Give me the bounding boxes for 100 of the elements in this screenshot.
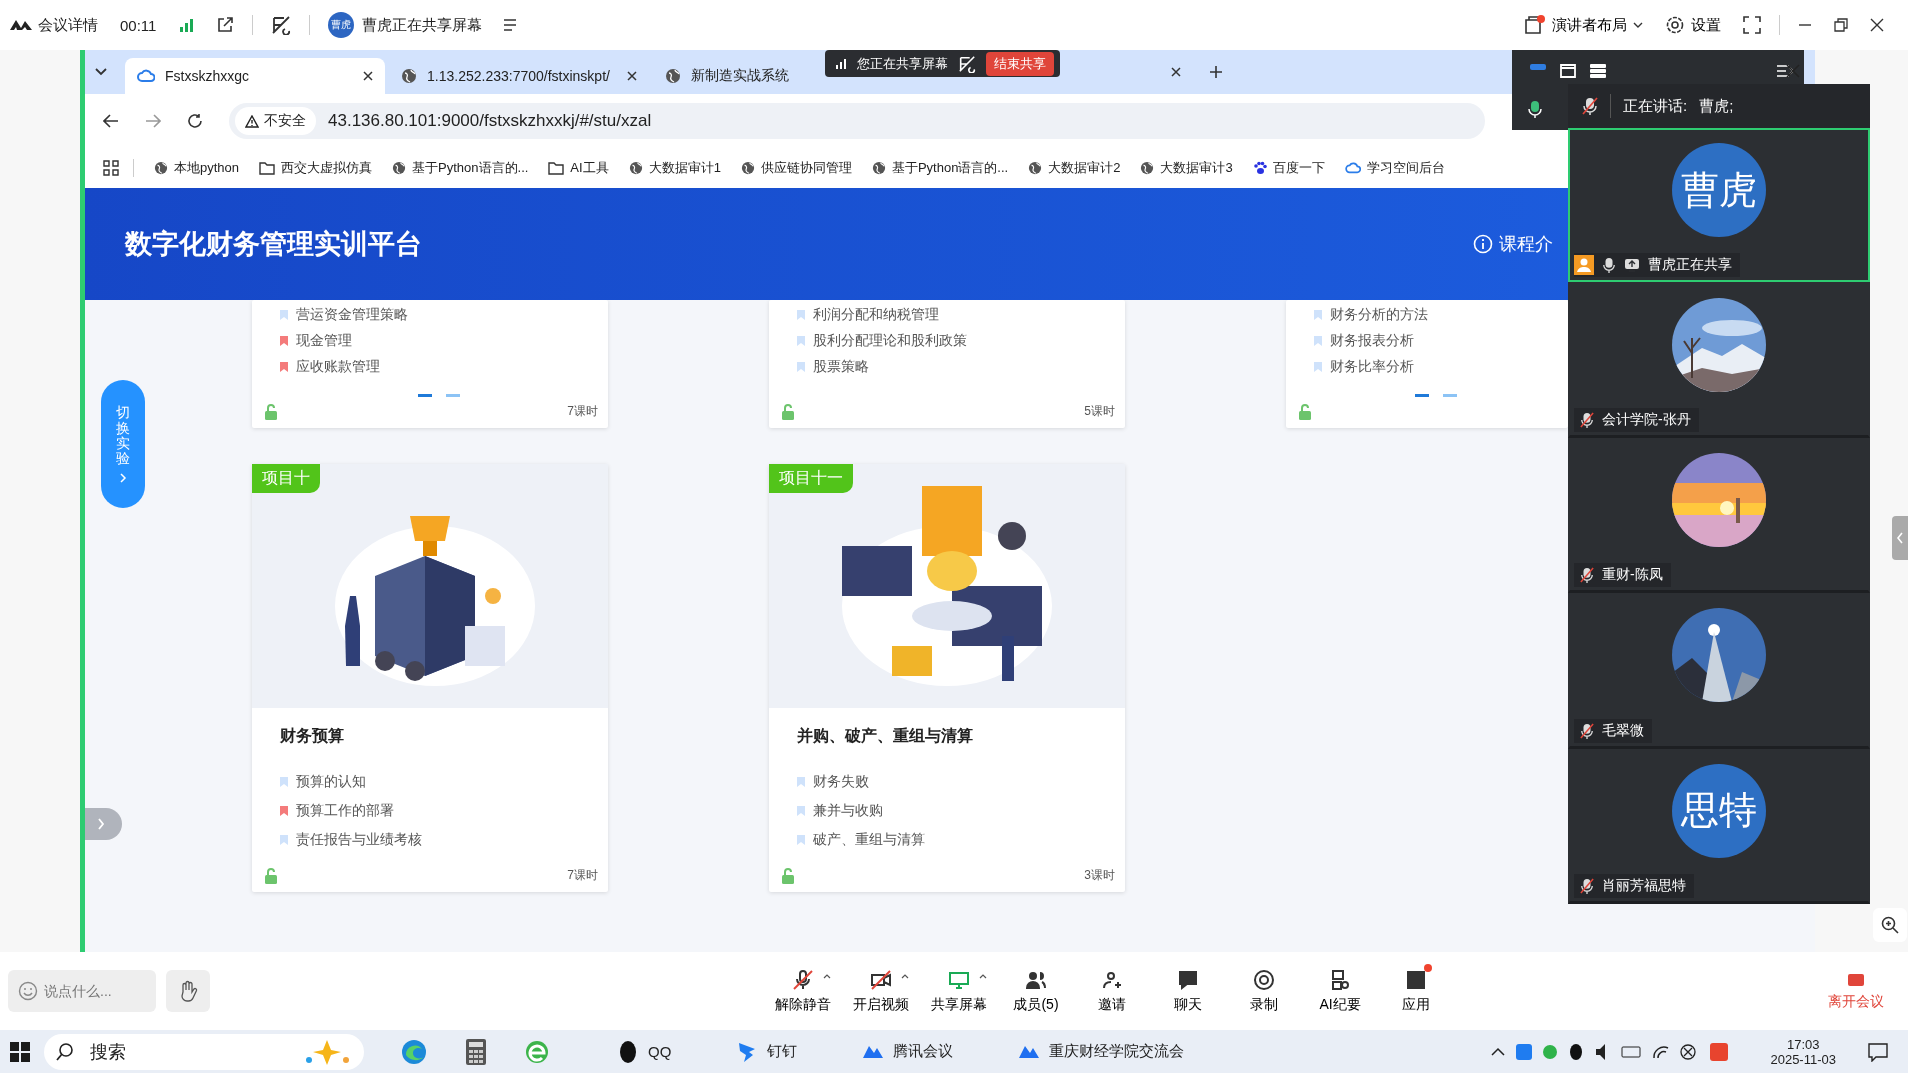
record-icon (1252, 968, 1276, 992)
globe-icon (628, 161, 643, 175)
participant-tile[interactable]: 曹虎 曹虎正在共享 (1568, 128, 1870, 283)
security-chip[interactable]: 不安全 (235, 107, 316, 135)
taskbar-app[interactable]: QQ (616, 1039, 672, 1064)
folder-icon (259, 161, 276, 175)
globe-icon (740, 161, 755, 175)
caret-icon[interactable] (979, 974, 987, 979)
course-card[interactable]: 项目十 财务预算 预算的认知 预算工作的部署 责任报告与业绩考核 7课时 (252, 464, 608, 892)
toolbar-button[interactable]: 邀请 (1085, 968, 1139, 1014)
topic-text: 预算工作的部署 (296, 802, 394, 820)
toolbar-button[interactable]: 解除静音 (775, 968, 831, 1014)
unlocked-icon (781, 403, 797, 420)
chevron-right-icon (97, 818, 105, 830)
toolbar-button[interactable]: 共享屏幕 (931, 968, 987, 1014)
stop-sharing-button[interactable]: 结束共享 (986, 51, 1054, 76)
course-card[interactable]: 项目十一 并购、破产、重组与清算 财务失败 兼并与收购 破产、重组与清算 3课时 (769, 464, 1125, 892)
bookmark[interactable]: 大数据审计1 (628, 159, 721, 177)
close-tab-icon[interactable] (627, 71, 637, 81)
toolbar-button[interactable]: 应用 (1389, 968, 1443, 1014)
toolbar-button[interactable]: 开启视频 (853, 968, 909, 1014)
sharing-text: 您正在共享屏幕 (857, 54, 948, 73)
signal-icon (835, 57, 847, 70)
close-tab-icon[interactable] (363, 71, 373, 81)
bookmark[interactable]: 本地python (154, 159, 240, 177)
participant-tile[interactable]: 会计学院-张丹 (1568, 282, 1870, 438)
bookmark[interactable]: 学习空间后台 (1344, 159, 1445, 177)
address-field[interactable]: 不安全 43.136.80.101:9000/fstxskzhxxkj/#/stu/xzal (229, 103, 1485, 139)
layout-button[interactable]: 演讲者布局 (1524, 15, 1643, 35)
browser-tab[interactable]: Fstxskzhxxgc (125, 58, 385, 94)
project-badge: 项目十 (252, 464, 320, 493)
course-title: 并购、破产、重组与清算 (797, 726, 974, 746)
bookmark[interactable]: 西交大虚拟仿真 (259, 159, 373, 177)
menu-icon[interactable] (504, 19, 519, 31)
mic-on-icon[interactable] (1528, 100, 1542, 118)
taskbar-search[interactable]: 搜索 (44, 1033, 364, 1070)
bookmark[interactable]: 基于Python语言的... (392, 159, 529, 177)
participant-tile[interactable]: 毛翠微 (1568, 593, 1870, 749)
caret-icon[interactable] (823, 974, 831, 979)
external-link-icon[interactable] (216, 16, 235, 34)
bookmark[interactable]: 供应链协同管理 (740, 159, 852, 177)
globe-icon (1140, 161, 1155, 175)
windows-start-icon[interactable] (10, 1041, 30, 1062)
participant-tile[interactable]: 思特 肖丽芳福思特 (1568, 748, 1870, 905)
calculator-icon[interactable] (464, 1037, 488, 1066)
course-card[interactable]: 财务分析的方法 财务报表分析 财务比率分析 (1286, 300, 1568, 428)
participant-tile[interactable]: 重财-陈凤 (1568, 437, 1870, 594)
caret-icon[interactable] (901, 974, 909, 979)
chat-input[interactable]: 说点什么... (8, 970, 156, 1012)
taskbar-app[interactable]: 钉钉 (735, 1039, 798, 1064)
raise-hand-button[interactable] (166, 970, 210, 1012)
clock-date: 2025-11-03 (1770, 1051, 1836, 1067)
pager-dash[interactable] (418, 393, 432, 397)
bookmark[interactable]: 基于Python语言的... (871, 159, 1009, 177)
close-tab-icon[interactable] (1171, 67, 1181, 77)
bookmark[interactable]: 百度一下 (1252, 159, 1325, 177)
hours-label: 5课时 (1084, 403, 1115, 420)
course-card[interactable]: 营运资金管理策略 现金管理 应收账款管理 7课时 (252, 300, 608, 428)
tab-list-icon[interactable] (95, 68, 107, 76)
bookmark[interactable]: 大数据审计2 (1028, 159, 1121, 177)
taskbar-app[interactable]: 腾讯会议 (861, 1039, 954, 1064)
bookmark[interactable]: 大数据审计3 (1140, 159, 1233, 177)
browser-tab[interactable]: 新制造实战系统 (653, 58, 827, 94)
notification-icon[interactable] (1868, 1041, 1888, 1062)
hand-icon (178, 980, 198, 1002)
unlocked-icon (781, 867, 797, 884)
meeting-details-link[interactable]: 会议详情 (38, 15, 98, 35)
cloud-icon (1344, 162, 1361, 174)
annotation-icon[interactable] (271, 15, 292, 35)
project-badge: 项目十一 (769, 464, 853, 493)
settings-button[interactable]: 设置 (1665, 15, 1721, 35)
window-icon[interactable] (1560, 64, 1576, 78)
pager-dash[interactable] (1415, 393, 1429, 397)
course-intro-link[interactable]: 课程介 (1473, 232, 1553, 256)
toolbar-button[interactable]: 聊天 (1161, 968, 1215, 1014)
edge-browser-icon[interactable] (400, 1037, 428, 1066)
participant-name: 毛翠微 (1602, 721, 1644, 740)
forward-icon[interactable] (145, 114, 161, 128)
course-card[interactable]: 利润分配和纳税管理 股利分配理论和股利政策 股票策略 5课时 (769, 300, 1125, 428)
tab-title: Fstxskzhxxgc (165, 68, 250, 84)
browser-tab[interactable]: 1.13.252.233:7700/fstxinskpt/ (389, 58, 649, 94)
reload-icon[interactable] (187, 113, 203, 129)
leave-meeting-button[interactable]: 离开会议 (1828, 971, 1884, 1011)
close-icon[interactable] (1870, 18, 1884, 32)
back-icon[interactable] (103, 114, 119, 128)
list-layout-icon[interactable] (1590, 64, 1606, 78)
new-tab-icon[interactable] (1209, 65, 1223, 79)
fullscreen-icon[interactable] (1743, 16, 1761, 34)
topic-text: 财务失败 (813, 773, 869, 791)
zoom-button[interactable] (1873, 908, 1907, 942)
zoom-in-icon (1881, 916, 1899, 934)
toolbar-button[interactable]: 成员(5) (1009, 968, 1063, 1014)
restore-icon[interactable] (1834, 18, 1848, 32)
bookmark[interactable]: AI工具 (548, 159, 609, 177)
toolbar-button[interactable]: AI纪要 (1313, 968, 1367, 1014)
taskbar-app[interactable]: 重庆财经学院交流会 (1017, 1039, 1185, 1064)
apps-grid-icon[interactable] (103, 160, 119, 176)
topic-text: 利润分配和纳税管理 (813, 306, 939, 324)
toolbar-button[interactable]: 录制 (1237, 968, 1291, 1014)
topic-text: 财务比率分析 (1330, 358, 1414, 376)
